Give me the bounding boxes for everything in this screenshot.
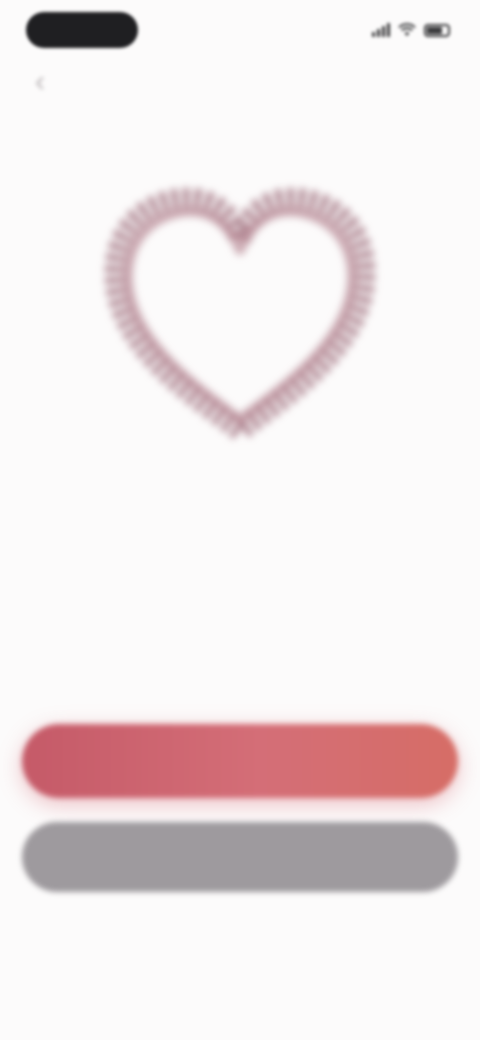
- page-title: [100, 72, 330, 96]
- secondary-button[interactable]: [22, 822, 458, 892]
- chevron-left-icon: ‹: [35, 65, 45, 98]
- heart-icon: [104, 188, 376, 441]
- back-button[interactable]: ‹: [22, 62, 58, 102]
- status-bar: [0, 0, 480, 60]
- wifi-icon: [398, 23, 416, 36]
- headline: [100, 504, 380, 538]
- primary-button[interactable]: [22, 724, 458, 798]
- screen: ‹: [0, 0, 480, 1040]
- subtext-line-1: [150, 556, 330, 578]
- signal-icon: [372, 23, 390, 37]
- status-time: [26, 12, 138, 48]
- battery-icon: [424, 23, 450, 37]
- status-icons: [372, 20, 450, 40]
- subtext-line-2: [100, 596, 380, 618]
